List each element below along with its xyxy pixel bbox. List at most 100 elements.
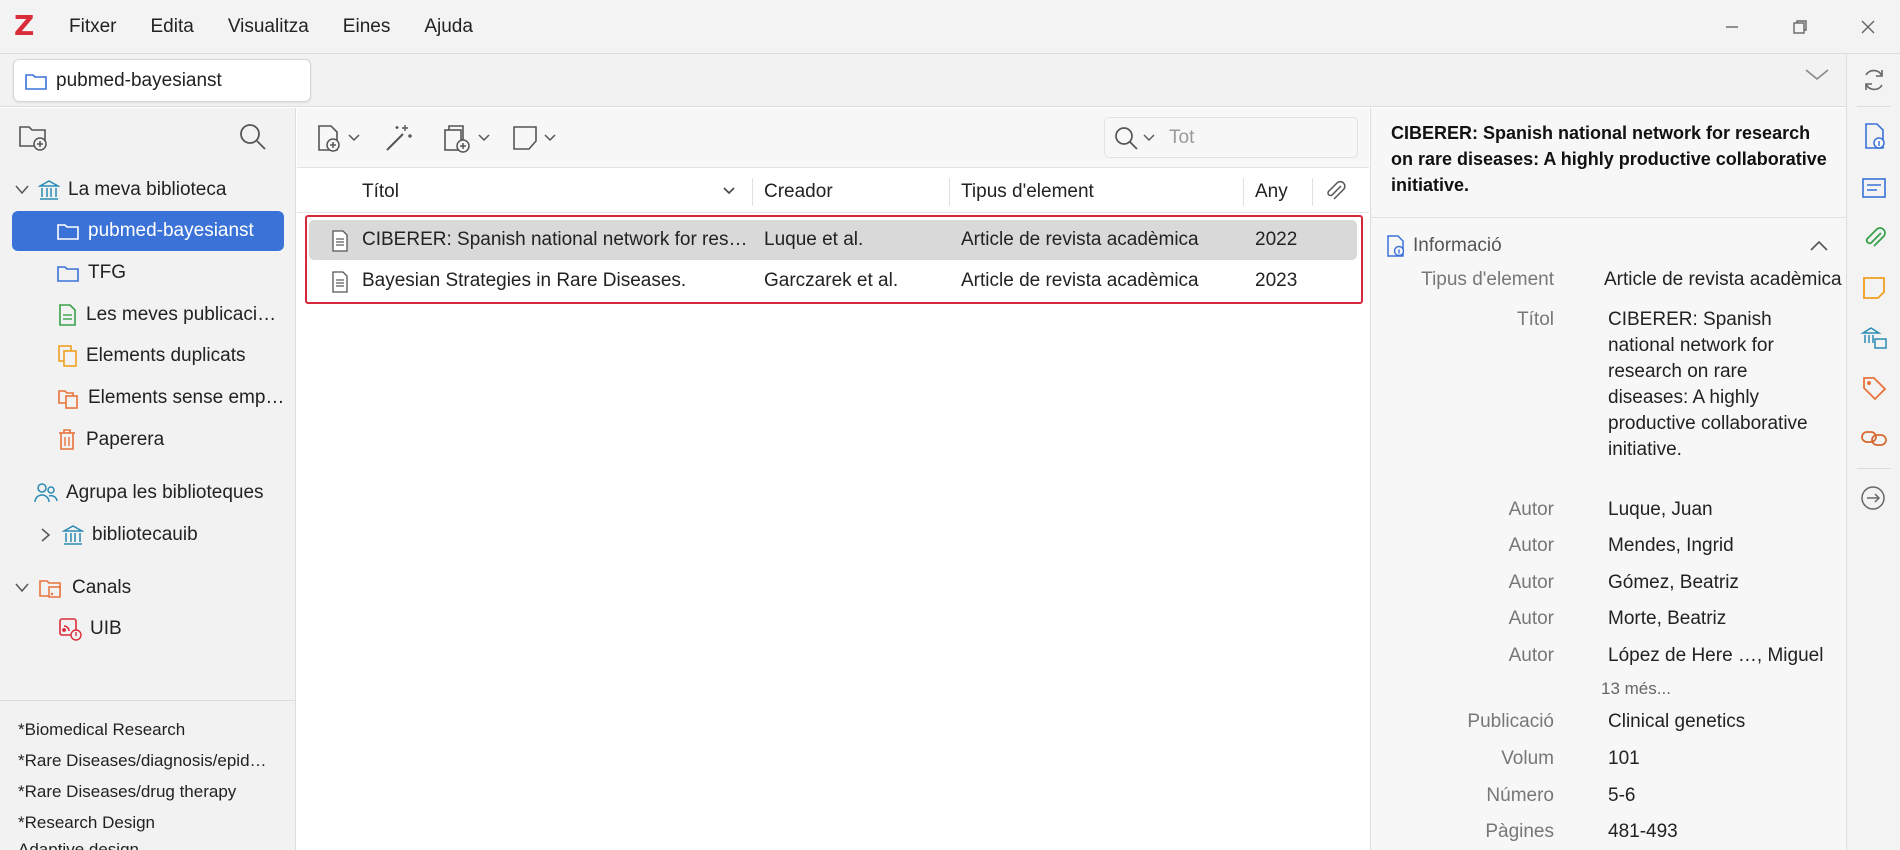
collection-my-library[interactable]: La meva biblioteca [14,170,226,210]
attachments-section-button[interactable] [1858,222,1890,254]
restore-button[interactable] [1766,0,1834,54]
close-button[interactable] [1834,0,1900,54]
field-label-pages: Pàgines [1485,821,1554,842]
abstract-section-button[interactable] [1858,172,1890,204]
field-value-author[interactable]: Morte, Beatriz [1608,608,1726,630]
abstract-icon [1862,178,1886,198]
chevron-down-icon[interactable] [14,583,30,593]
more-creators-link[interactable]: 13 més... [1601,679,1671,699]
collection-label: Canals [72,577,132,598]
tab-bar: pubmed-bayesianst [0,54,1846,107]
collection-feed-uib[interactable]: UIB [58,609,122,649]
collection-group-libraries[interactable]: Agrupa les biblioteques [34,473,264,513]
magic-wand-icon [386,125,412,151]
field-value-item-type[interactable]: Article de revista acadèmica [1604,269,1842,291]
notes-section-button[interactable] [1858,272,1890,304]
table-row[interactable]: Bayesian Strategies in Rare Diseases. Ga… [309,261,1357,301]
cell-creator: Garczarek et al. [764,270,899,291]
collection-label: pubmed-bayesianst [88,220,254,241]
tag-item[interactable]: *Rare Diseases/drug therapy [18,782,236,802]
field-label-author: Autor [1508,572,1554,593]
paperclip-icon[interactable] [1323,180,1349,204]
field-value-author[interactable]: Luque, Juan [1608,499,1713,521]
field-value-volume[interactable]: 101 [1608,748,1640,770]
related-section-button[interactable] [1858,422,1890,454]
libraries-section-button[interactable] [1858,322,1890,354]
chevron-down-icon [544,134,556,142]
collection-tfg[interactable]: TFG [56,253,126,293]
menu-file[interactable]: Fitxer [52,0,134,54]
collection-label: bibliotecauib [92,524,198,545]
collection-feeds[interactable]: Canals [14,568,131,608]
tabs-menu-button[interactable] [1804,66,1830,88]
new-item-button[interactable] [315,120,361,156]
collection-unfiled[interactable]: Elements sense emp… [56,378,284,418]
tag-item[interactable]: *Research Design [18,813,155,833]
info-section-header[interactable]: Informació [1385,226,1835,266]
collection-my-publications[interactable]: Les meves publicaci… [56,295,276,335]
add-by-identifier-button[interactable] [383,120,415,156]
field-value-author[interactable]: Mendes, Ingrid [1608,535,1734,557]
chevron-up-icon[interactable] [1809,240,1829,252]
tab-library[interactable]: pubmed-bayesianst [13,59,311,102]
collection-label: La meva biblioteca [68,179,227,200]
tags-section-button[interactable] [1858,372,1890,404]
collection-trash[interactable]: Paperera [56,420,164,460]
cell-item-type: Article de revista acadèmica [961,270,1199,291]
zotero-logo: Z [14,9,35,42]
collection-label: Elements duplicats [86,345,246,366]
close-icon [1861,20,1875,34]
locate-button[interactable] [1858,482,1890,514]
new-collection-button[interactable] [18,122,50,158]
column-item-type[interactable]: Tipus d'element [961,170,1094,213]
title-bar: Z Fitxer Edita Visualitza Eines Ajuda [0,0,1900,54]
restore-icon [1793,20,1807,34]
locate-icon [1861,486,1885,510]
new-attachment-button[interactable] [441,120,491,156]
table-row[interactable]: CIBERER: Spanish national network for re… [309,220,1357,260]
publications-icon [59,304,76,326]
collection-pubmed-bayesianst[interactable]: pubmed-bayesianst [12,211,284,251]
sync-button[interactable] [1858,64,1890,96]
chevron-down-icon[interactable] [1143,134,1155,142]
column-title[interactable]: Títol [362,170,399,213]
menu-bar: Fitxer Edita Visualitza Eines Ajuda [52,0,490,54]
collection-duplicates[interactable]: Elements duplicats [56,336,245,376]
search-input[interactable] [1169,126,1349,149]
search-box[interactable] [1104,117,1358,158]
chevron-right-icon[interactable] [38,528,54,542]
field-value-title[interactable]: CIBERER: Spanish national network for re… [1608,307,1818,463]
new-note-button[interactable] [511,120,557,156]
info-section-button[interactable] [1858,120,1890,152]
tag-item[interactable]: *Rare Diseases/diagnosis/epid… [18,751,267,771]
field-value-issue[interactable]: 5-6 [1608,785,1635,807]
field-value-author[interactable]: Gómez, Beatriz [1608,572,1739,594]
chevron-down-icon[interactable] [14,185,30,195]
journal-article-icon [332,230,348,252]
field-value-publication[interactable]: Clinical genetics [1608,711,1745,733]
collection-bibliotecauib[interactable]: bibliotecauib [38,515,198,555]
column-creator[interactable]: Creador [764,170,833,213]
new-item-icon [318,125,340,152]
field-label-author: Autor [1508,645,1554,666]
journal-article-icon [332,271,348,293]
item-header-title[interactable]: CIBERER: Spanish national network for re… [1391,120,1831,198]
tab-label: pubmed-bayesianst [56,69,222,91]
field-label-author: Autor [1508,535,1554,556]
related-link-icon [1861,431,1887,446]
tag-item[interactable]: Adaptive design... [18,840,153,850]
cell-year: 2023 [1255,270,1298,291]
menu-help[interactable]: Ajuda [407,0,490,54]
sort-chevron-icon[interactable] [722,186,736,196]
field-label-item-type: Tipus d'element [1421,269,1554,290]
menu-tools[interactable]: Eines [326,0,408,54]
tag-item[interactable]: *Biomedical Research [18,720,185,740]
collection-search-button[interactable] [238,122,268,158]
column-year[interactable]: Any [1255,170,1288,213]
attachment-icon [444,125,470,153]
field-value-author[interactable]: López de Here …, Miguel [1608,645,1823,667]
menu-view[interactable]: Visualitza [211,0,326,54]
field-value-pages[interactable]: 481-493 [1608,821,1678,843]
menu-edit[interactable]: Edita [134,0,211,54]
minimize-button[interactable] [1698,0,1766,54]
